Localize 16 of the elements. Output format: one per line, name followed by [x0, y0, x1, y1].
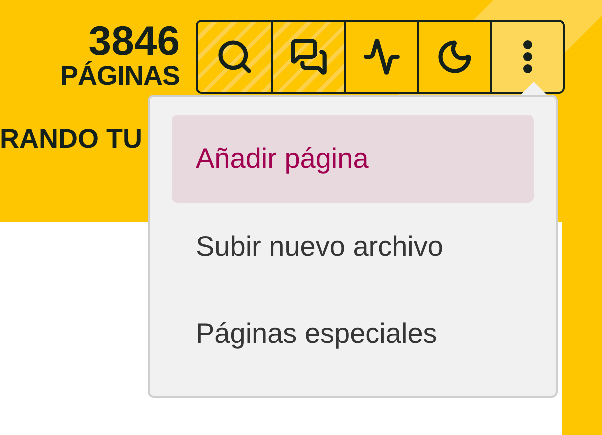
theme-button[interactable] — [417, 22, 490, 92]
discussion-button[interactable] — [271, 22, 344, 92]
pulse-icon — [362, 38, 400, 76]
activity-button[interactable] — [344, 22, 417, 92]
more-button[interactable] — [490, 22, 563, 92]
more-icon — [522, 40, 532, 74]
banner-heading: RANDO TU — [0, 124, 142, 155]
search-icon — [216, 38, 254, 76]
search-button[interactable] — [198, 22, 271, 92]
chat-bubbles-icon — [290, 38, 328, 76]
page-count: 3846 — [88, 22, 180, 60]
menu-item[interactable]: Añadir página — [172, 115, 534, 203]
menu-item[interactable]: Páginas especiales — [172, 290, 534, 378]
moon-icon — [436, 38, 474, 76]
menu-item[interactable]: Subir nuevo archivo — [172, 202, 534, 290]
page-count-label: PÁGINAS — [60, 60, 180, 92]
